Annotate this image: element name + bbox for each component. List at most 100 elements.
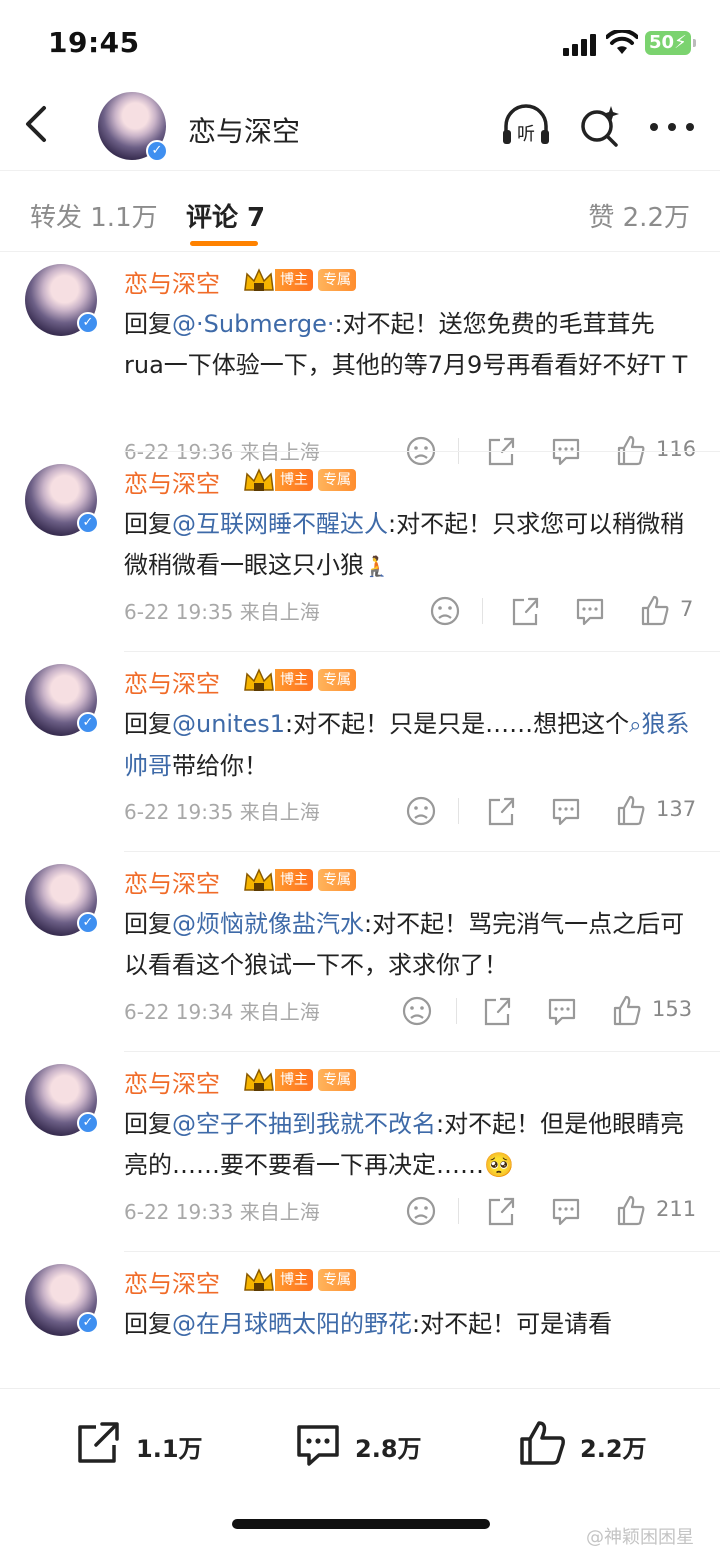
pleading-face-emoji: 🥺 (484, 1151, 514, 1179)
battery-level: 50 (649, 32, 675, 53)
repost-share-icon (78, 1422, 119, 1463)
host-badge: 博主 (275, 269, 313, 291)
comment-item: ✓ 恋与深空 博主 专属 回复@unites1:对不起！只是只是……想把这个⌕狼… (0, 652, 720, 852)
reply-comment-icon[interactable] (546, 994, 578, 1028)
verified-badge-icon: ✓ (77, 512, 99, 534)
reply-comment-icon[interactable] (574, 594, 606, 628)
exclusive-badge: 专属 (318, 269, 356, 291)
comment-item: ✓ 恋与深空 博主 专属 回复@互联网睡不醒达人:对不起！只求您可以稍微稍微稍微… (0, 452, 720, 652)
like-count: 211 (656, 1197, 697, 1221)
host-badge: 博主 (275, 669, 313, 691)
comment-count: 2.8万 (355, 1435, 422, 1463)
mention-link[interactable]: @互联网睡不醒达人 (172, 510, 388, 538)
comment-time: 6-22 19:35 (124, 800, 234, 824)
comment-location: 来自上海 (239, 1200, 320, 1224)
exclusive-badge: 专属 (318, 869, 356, 891)
account-avatar[interactable]: ✓ (98, 92, 168, 162)
tab-like[interactable]: 赞 2.2万 (588, 197, 690, 234)
repost-button[interactable]: 1.1万 (74, 1419, 214, 1469)
like-thumb-icon[interactable] (640, 594, 670, 628)
commenter-name[interactable]: 恋与深空 (124, 264, 220, 299)
svg-text:听: 听 (517, 124, 535, 145)
comment-list: ✓ 恋与深空 博主 专属 回复@·Submerge·:对不起！送您免费的毛茸茸先… (0, 252, 720, 1388)
repost-count: 1.1万 (136, 1435, 203, 1463)
comment-actions: 153 (400, 994, 700, 1028)
mention-link[interactable]: @在月球晒太阳的野花 (172, 1310, 412, 1338)
mention-link[interactable]: @空子不抽到我就不改名 (172, 1110, 436, 1138)
host-badge: 博主 (275, 869, 313, 891)
comment-text: 回复@在月球晒太阳的野花:对不起！可是请看 (124, 1304, 694, 1345)
comment-item: ✓ 恋与深空 博主 专属 回复@在月球晒太阳的野花:对不起！可是请看 (0, 1252, 720, 1388)
home-indicator[interactable] (232, 1519, 490, 1529)
commenter-avatar[interactable]: ✓ (25, 264, 99, 336)
comment-text: 回复@·Submerge·:对不起！送您免费的毛茸茸先rua一下体验一下，其他的… (124, 304, 694, 386)
crown-icon (244, 1068, 274, 1091)
commenter-name[interactable]: 恋与深空 (124, 664, 220, 699)
comment-time: 6-22 19:34 (124, 1000, 234, 1024)
battery-indicator: 50⚡ (645, 31, 696, 55)
tab-comment[interactable]: 评论 7 (186, 197, 265, 234)
reply-comment-icon[interactable] (550, 1194, 582, 1228)
commenter-avatar[interactable]: ✓ (25, 1064, 99, 1136)
page-title[interactable]: 恋与深空 (188, 110, 300, 150)
reply-prefix: 回复 (124, 1310, 172, 1338)
comment-meta: 6-22 19:35 来自上海 (124, 796, 320, 825)
commenter-avatar[interactable]: ✓ (25, 464, 99, 536)
comment-bubble-icon (297, 1425, 339, 1466)
share-icon[interactable] (482, 994, 512, 1028)
mention-link[interactable]: @·Submerge· (172, 310, 335, 338)
dislike-face-icon[interactable] (404, 794, 438, 828)
search-small-icon: ⌕ (629, 713, 642, 738)
like-thumb-icon[interactable] (616, 794, 646, 828)
share-icon[interactable] (510, 594, 540, 628)
tab-repost[interactable]: 转发 1.1万 (30, 197, 158, 234)
like-thumb-icon[interactable] (612, 994, 642, 1028)
exclusive-badge: 专属 (318, 1069, 356, 1091)
reply-prefix: 回复 (124, 1110, 172, 1138)
exclusive-badge: 专属 (318, 469, 356, 491)
active-tab-indicator (190, 241, 258, 246)
verified-badge-icon: ✓ (146, 140, 168, 162)
comment-button[interactable]: 2.8万 (293, 1419, 443, 1469)
comment-actions: 211 (400, 1194, 700, 1228)
crown-icon (244, 268, 274, 291)
reply-comment-icon[interactable] (550, 794, 582, 828)
more-options-icon[interactable] (648, 122, 696, 132)
verified-badge-icon: ✓ (77, 712, 99, 734)
mention-link[interactable]: @unites1 (172, 710, 285, 738)
commenter-name[interactable]: 恋与深空 (124, 464, 220, 499)
verified-badge-icon: ✓ (77, 1112, 99, 1134)
comment-item: ✓ 恋与深空 博主 专属 回复@空子不抽到我就不改名:对不起！但是他眼睛亮亮的…… (0, 1052, 720, 1252)
commenter-name[interactable]: 恋与深空 (124, 864, 220, 899)
listen-icon[interactable]: 听 (500, 104, 552, 148)
mention-link[interactable]: @烦恼就像盐汽水 (172, 910, 364, 938)
comment-meta: 6-22 19:35 来自上海 (124, 596, 320, 625)
comment-body: :对不起！可是请看 (412, 1310, 613, 1338)
commenter-name[interactable]: 恋与深空 (124, 1064, 220, 1099)
exclusive-badge: 专属 (318, 669, 356, 691)
commenter-name[interactable]: 恋与深空 (124, 1264, 220, 1299)
commenter-avatar[interactable]: ✓ (25, 1264, 99, 1336)
commenter-avatar[interactable]: ✓ (25, 664, 99, 736)
share-icon[interactable] (486, 794, 516, 828)
back-arrow-icon[interactable] (18, 102, 58, 146)
dislike-face-icon[interactable] (428, 594, 462, 628)
comment-meta: 6-22 19:33 来自上海 (124, 1196, 320, 1225)
search-sparkle-icon[interactable] (578, 104, 620, 148)
comment-item: ✓ 恋与深空 博主 专属 回复@·Submerge·:对不起！送您免费的毛茸茸先… (0, 252, 720, 466)
dislike-face-icon[interactable] (400, 994, 434, 1028)
comment-time: 6-22 19:35 (124, 600, 234, 624)
share-icon[interactable] (486, 1194, 516, 1228)
like-button[interactable]: 2.2万 (518, 1419, 668, 1469)
verified-badge-icon: ✓ (77, 1312, 99, 1334)
comment-location: 来自上海 (239, 600, 320, 624)
commenter-avatar[interactable]: ✓ (25, 864, 99, 936)
dislike-face-icon[interactable] (404, 1194, 438, 1228)
like-count-total: 2.2万 (580, 1435, 647, 1463)
verified-badge-icon: ✓ (77, 912, 99, 934)
comment-text: 回复@烦恼就像盐汽水:对不起！骂完消气一点之后可以看看这个狼试一下不，求求你了！ (124, 904, 694, 986)
host-badge: 博主 (275, 1269, 313, 1291)
crown-icon (244, 668, 274, 691)
host-badge: 博主 (275, 469, 313, 491)
like-thumb-icon[interactable] (616, 1194, 646, 1228)
